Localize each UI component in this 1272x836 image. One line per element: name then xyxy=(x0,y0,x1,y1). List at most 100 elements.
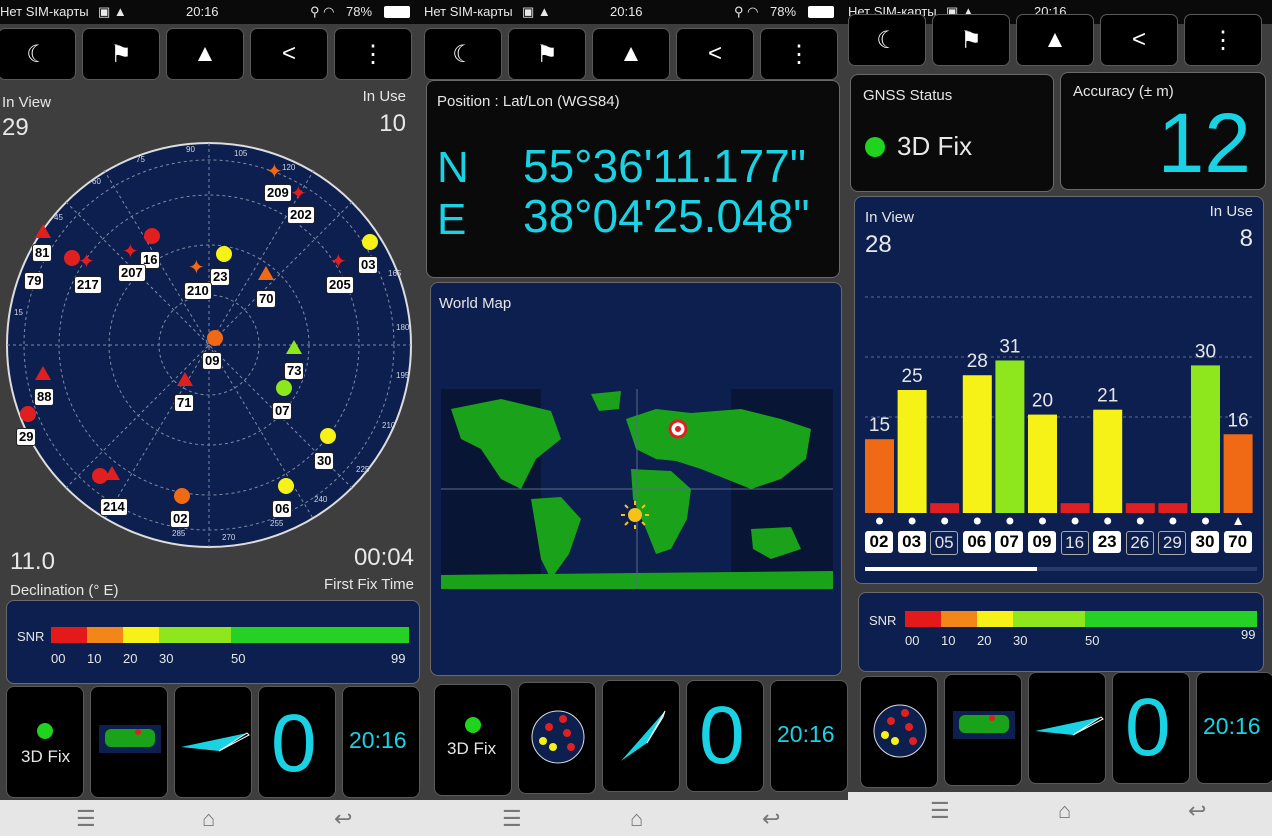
back-icon[interactable]: ↩ xyxy=(762,806,780,832)
fix-dot-icon xyxy=(37,723,53,739)
widget-speed[interactable]: 0 xyxy=(686,680,764,792)
home-icon[interactable]: ⌂ xyxy=(630,806,643,832)
sat-label: 79 xyxy=(24,272,45,290)
widget-compass[interactable] xyxy=(602,680,680,792)
night-mode-button[interactable]: ☾ xyxy=(0,28,76,80)
widget-world-map[interactable] xyxy=(90,686,168,798)
snr-band-green xyxy=(1085,611,1257,627)
share-button[interactable]: < xyxy=(676,28,754,80)
world-map-card[interactable]: World Map xyxy=(430,282,842,676)
constellation-marker xyxy=(908,517,916,525)
widget-speed[interactable]: 0 xyxy=(1112,672,1190,784)
satellite-index-box: 05 xyxy=(930,531,959,555)
share-button[interactable]: < xyxy=(1100,14,1178,66)
share-button[interactable]: < xyxy=(250,28,328,80)
night-mode-button[interactable]: ☾ xyxy=(424,28,502,80)
widget-fix-status[interactable]: 3D Fix xyxy=(434,684,512,796)
snr-bar xyxy=(1028,414,1057,513)
lon-hemisphere: E xyxy=(437,195,467,244)
az-tick: 165 xyxy=(388,269,402,278)
satellite-index-box: 26 xyxy=(1125,531,1154,555)
directions-button[interactable]: ⚑ xyxy=(82,28,160,80)
person-flag-icon: ⚑ xyxy=(110,40,132,68)
share-icon: < xyxy=(281,40,296,67)
back-icon[interactable]: ↩ xyxy=(1188,798,1206,824)
snr-tick: 50 xyxy=(1085,633,1100,648)
widget-world-map[interactable] xyxy=(944,674,1022,786)
snr-band-yellow xyxy=(977,611,1013,627)
carrier-text: Нет SIM-карты xyxy=(424,4,513,19)
sat-label: 02 xyxy=(170,510,191,528)
gnss-status-card: GNSS Status 3D Fix xyxy=(850,74,1054,192)
snr-tick: 10 xyxy=(941,633,956,648)
snr-bar xyxy=(962,375,992,513)
snr-bar xyxy=(1093,409,1123,513)
menu-icon[interactable]: ☰ xyxy=(76,806,96,832)
snr-tick: 99 xyxy=(391,651,406,666)
overflow-menu-button[interactable]: ⋮ xyxy=(334,28,412,80)
chart-scrollbar[interactable] xyxy=(865,567,1257,571)
widget-clock[interactable]: 20:16 xyxy=(1196,672,1272,784)
satellite-index-box: 03 xyxy=(897,531,926,553)
night-mode-button[interactable]: ☾ xyxy=(848,14,926,66)
home-icon[interactable]: ⌂ xyxy=(202,806,215,832)
widget-speed[interactable]: 0 xyxy=(258,686,336,798)
sat-label: 73 xyxy=(284,362,305,380)
snr-tick: 00 xyxy=(51,651,66,666)
az-tick: 255 xyxy=(270,519,284,528)
snr-bar xyxy=(1125,503,1155,513)
az-tick: 240 xyxy=(314,495,328,504)
sat-label: 210 xyxy=(184,282,212,300)
widget-sky-plot[interactable] xyxy=(860,676,938,788)
widget-clock[interactable]: 20:16 xyxy=(770,680,848,792)
chart-scrollbar-thumb[interactable] xyxy=(865,567,1037,571)
gnss-status-title: GNSS Status xyxy=(863,87,953,104)
satellite-index-box: 02 xyxy=(865,531,893,553)
svg-text:✦: ✦ xyxy=(78,251,95,273)
menu-icon[interactable]: ☰ xyxy=(502,806,522,832)
navigate-button[interactable]: ▲ xyxy=(1016,14,1094,66)
sat-label: 209 xyxy=(264,184,292,202)
menu-icon[interactable]: ☰ xyxy=(930,798,950,824)
az-tick: 120 xyxy=(282,163,296,172)
az-tick: 270 xyxy=(222,533,236,542)
widget-compass[interactable] xyxy=(1028,672,1106,784)
svg-text:✦: ✦ xyxy=(266,161,283,183)
directions-button[interactable]: ⚑ xyxy=(508,28,586,80)
speed-value: 0 xyxy=(1125,682,1171,773)
widget-sky-plot[interactable] xyxy=(518,682,596,794)
widget-fix-status[interactable]: 3D Fix xyxy=(6,686,84,798)
compass-needle-icon xyxy=(621,710,666,761)
android-nav-bar: ☰ ⌂ ↩ xyxy=(0,800,424,836)
navigate-button[interactable]: ▲ xyxy=(166,28,244,80)
satellite-index-box: 07 xyxy=(995,531,1024,553)
snr-bar-chart: 15 25 28 31 20 21 30 16 xyxy=(865,296,1255,525)
snr-tick: 30 xyxy=(159,651,174,666)
snr-bar xyxy=(995,360,1025,513)
world-map-thumb-icon xyxy=(99,725,161,753)
in-use-value: 10 xyxy=(379,110,406,137)
in-view-value: 29 xyxy=(2,114,29,141)
navigate-button[interactable]: ▲ xyxy=(592,28,670,80)
svg-text:✦: ✦ xyxy=(122,241,139,263)
compass-needle-icon xyxy=(181,732,250,752)
az-tick: 60 xyxy=(92,177,101,186)
home-icon[interactable]: ⌂ xyxy=(1058,798,1071,824)
snr-band-red xyxy=(905,611,941,627)
overflow-menu-button[interactable]: ⋮ xyxy=(760,28,838,80)
snr-legend: SNR 00 10 20 30 50 99 xyxy=(6,600,420,684)
snr-tick: 00 xyxy=(905,633,920,648)
back-icon[interactable]: ↩ xyxy=(334,806,352,832)
person-flag-icon: ⚑ xyxy=(960,26,982,54)
sat-label: 71 xyxy=(174,394,195,412)
sky-plot-thumb-icon xyxy=(873,704,927,758)
sky-plot[interactable]: 90 105 120 75 60 45 15 180 195 210 225 2… xyxy=(4,140,414,550)
widget-clock[interactable]: 20:16 xyxy=(342,686,420,798)
navigation-arrow-icon: ▲ xyxy=(619,40,643,67)
widget-compass[interactable] xyxy=(174,686,252,798)
sim-icon: ▣ ▲ xyxy=(522,4,551,19)
navigation-arrow-icon: ▲ xyxy=(193,40,217,67)
constellation-marker xyxy=(1234,517,1243,525)
directions-button[interactable]: ⚑ xyxy=(932,14,1010,66)
overflow-menu-button[interactable]: ⋮ xyxy=(1184,14,1262,66)
